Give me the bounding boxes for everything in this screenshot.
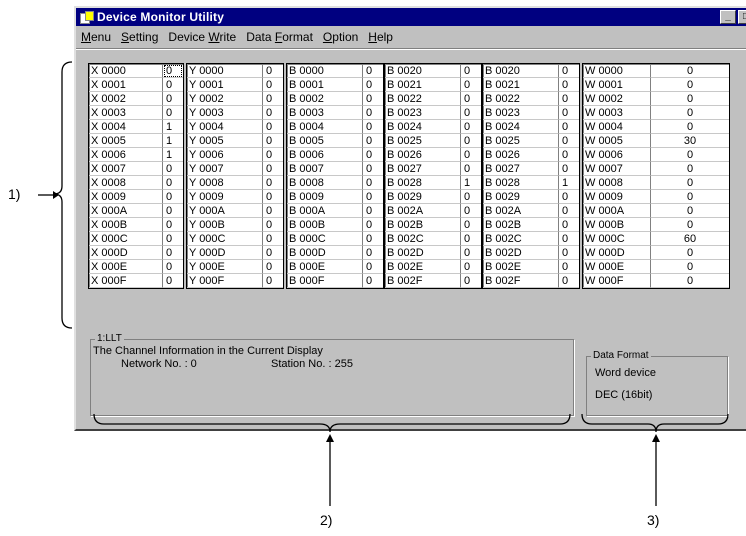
annotation-3: 3): [647, 512, 660, 528]
arrow-2-head: [326, 434, 334, 442]
annotation-1: 1): [8, 186, 21, 202]
arrow-3-head: [652, 434, 660, 442]
annotation-2: 2): [320, 512, 333, 528]
bracket-3: [581, 413, 729, 433]
bracket-2: [93, 413, 571, 433]
annotation-overlay: [38, 61, 729, 506]
arrow-1-head: [53, 191, 59, 199]
